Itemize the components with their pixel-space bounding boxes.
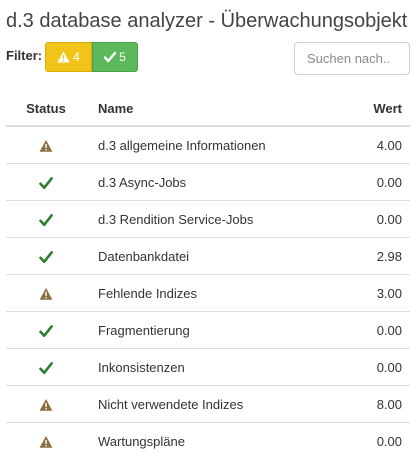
table-row[interactable]: Fragmentierung 0.00 [6,311,410,349]
status-cell [6,348,86,386]
status-cell [6,274,86,312]
table-row[interactable]: Inkonsistenzen 0.00 [6,348,410,386]
filter-label: Filter: [6,48,43,63]
name-cell: Fehlende Indizes [86,274,312,312]
name-cell: Datenbankdatei [86,237,312,275]
table-row[interactable]: d.3 allgemeine Informationen 4.00 [6,126,410,164]
check-icon [39,250,53,263]
table-row[interactable]: d.3 Rendition Service-Jobs 0.00 [6,200,410,238]
status-cell [6,200,86,238]
value-cell: 4.00 [376,137,402,153]
status-cell [6,163,86,201]
check-icon [39,324,53,337]
warning-icon [57,51,70,63]
check-icon [39,213,53,226]
check-icon [39,361,53,374]
filter-button-group: 4 5 [45,42,138,72]
value-cell: 8.00 [312,385,410,423]
value-cell: 0.00 [312,200,410,238]
status-cell [6,237,86,275]
name-cell: Wartungspläne [86,422,312,459]
search-input[interactable] [294,42,410,75]
filter-warning-button[interactable]: 4 [45,42,92,72]
table-row[interactable]: d.3 Async-Jobs 0.00 [6,163,410,201]
status-cell [6,422,86,459]
table-header-row: Status Name Wert [6,92,410,127]
table-row[interactable]: Fehlende Indizes 3.00 [6,274,410,312]
name-cell: d.3 Async-Jobs [86,163,312,201]
results-table: Status Name Wert d.3 allgemeine Informat… [6,92,410,459]
name-cell: d.3 Rendition Service-Jobs [86,200,312,238]
warning-icon [39,435,53,448]
value-cell: 0.00 [312,311,410,349]
filter-ok-button[interactable]: 5 [92,42,138,72]
value-cell: 0.00 [312,163,410,201]
page-title: d.3 database analyzer - Überwachungsobje… [6,10,408,32]
table-row[interactable]: Wartungspläne 0.00 [6,422,410,459]
table-row[interactable]: Nicht verwendete Indizes 8.00 [6,385,410,423]
value-cell: 0.00 [312,348,410,386]
warning-icon [39,398,53,411]
column-header-value[interactable]: Wert [312,92,410,127]
value-cell: 2.98 [312,237,410,275]
warning-icon [39,139,53,152]
status-cell [6,311,86,349]
name-cell: Nicht verwendete Indizes [86,385,312,423]
column-header-status[interactable]: Status [6,92,86,127]
filter-warning-count: 4 [73,50,80,64]
column-header-name[interactable]: Name [86,92,312,127]
check-icon [39,176,53,189]
warning-icon [39,287,53,300]
value-cell: 3.00 [312,274,410,312]
value-cell: 0.00 [312,422,410,459]
filter-ok-count: 5 [119,50,126,64]
status-cell [6,385,86,423]
status-cell [6,126,86,164]
check-icon [104,51,117,63]
name-cell: d.3 allgemeine Informationen [98,137,266,153]
name-cell: Inkonsistenzen [86,348,312,386]
table-row[interactable]: Datenbankdatei 2.98 [6,237,410,275]
name-cell: Fragmentierung [86,311,312,349]
